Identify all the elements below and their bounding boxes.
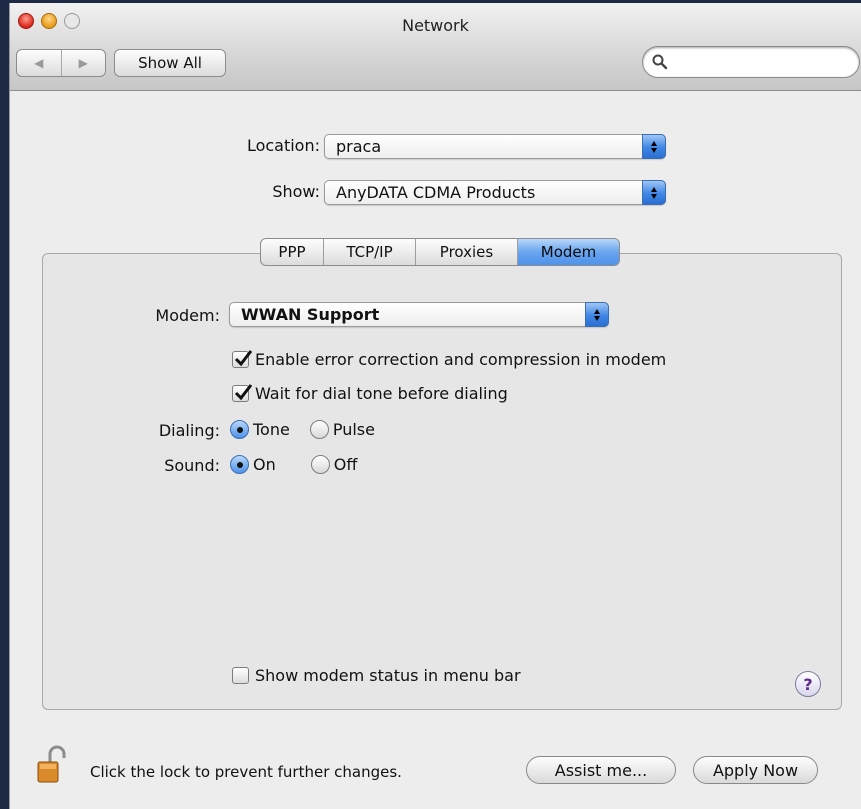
popup-arrows-icon bbox=[585, 302, 609, 327]
location-popup[interactable]: praca bbox=[324, 134, 666, 159]
back-forward-control: ◀ ▶ bbox=[16, 49, 106, 77]
dialing-tone-label: Tone bbox=[253, 420, 290, 439]
checkbox-box bbox=[232, 667, 249, 684]
sound-on-label: On bbox=[253, 455, 276, 474]
tab-proxies[interactable]: Proxies bbox=[415, 239, 517, 265]
error-correction-checkbox[interactable]: Enable error correction and compression … bbox=[232, 350, 666, 369]
dialing-label: Dialing: bbox=[158, 421, 220, 440]
checkmark-icon bbox=[234, 384, 253, 401]
sound-radio-group: On Off bbox=[230, 455, 377, 474]
show-value: AnyDATA CDMA Products bbox=[336, 183, 536, 202]
location-value: praca bbox=[336, 137, 382, 156]
location-label: Location: bbox=[246, 136, 320, 155]
lock-icon[interactable] bbox=[36, 744, 68, 784]
title-bar: Network ◀ ▶ Show All bbox=[10, 3, 861, 91]
window-title: Network bbox=[402, 16, 469, 35]
tab-bar: PPP TCP/IP Proxies Modem bbox=[260, 238, 620, 266]
forward-button[interactable]: ▶ bbox=[60, 50, 106, 76]
status-menu-label: Show modem status in menu bar bbox=[255, 666, 521, 685]
help-button[interactable]: ? bbox=[795, 671, 821, 697]
checkbox-box bbox=[232, 350, 253, 368]
checkmark-icon bbox=[234, 350, 253, 367]
sound-off-radio[interactable]: Off bbox=[310, 455, 358, 474]
status-menu-checkbox[interactable]: Show modem status in menu bar bbox=[232, 666, 521, 685]
search-field[interactable] bbox=[642, 46, 860, 78]
back-button[interactable]: ◀ bbox=[17, 50, 61, 76]
show-all-button[interactable]: Show All bbox=[114, 49, 226, 77]
checkbox-box bbox=[232, 384, 253, 402]
error-correction-label: Enable error correction and compression … bbox=[255, 350, 667, 369]
popup-arrows-icon bbox=[642, 134, 666, 159]
wait-dial-tone-checkbox[interactable]: Wait for dial tone before dialing bbox=[232, 384, 508, 403]
radio-selected-icon bbox=[230, 455, 249, 474]
sound-off-label: Off bbox=[333, 455, 358, 474]
dialing-pulse-label: Pulse bbox=[332, 420, 375, 439]
network-window: Network ◀ ▶ Show All Location: praca Sho… bbox=[9, 3, 861, 809]
lock-message: Click the lock to prevent further change… bbox=[90, 763, 402, 781]
search-icon bbox=[652, 54, 668, 70]
modem-popup[interactable]: WWAN Support bbox=[229, 302, 609, 327]
tab-ppp[interactable]: PPP bbox=[261, 239, 323, 265]
wait-dial-tone-label: Wait for dial tone before dialing bbox=[255, 384, 508, 403]
apply-now-button[interactable]: Apply Now bbox=[693, 756, 818, 784]
dialing-radio-group: Tone Pulse bbox=[230, 420, 395, 439]
show-label: Show: bbox=[272, 182, 320, 201]
popup-arrows-icon bbox=[642, 180, 666, 205]
dialing-pulse-radio[interactable]: Pulse bbox=[309, 420, 375, 439]
show-popup[interactable]: AnyDATA CDMA Products bbox=[324, 180, 666, 205]
modem-value: WWAN Support bbox=[241, 305, 380, 324]
radio-unselected-icon bbox=[310, 455, 330, 474]
radio-unselected-icon bbox=[309, 420, 329, 439]
sound-label: Sound: bbox=[164, 456, 220, 475]
tab-modem[interactable]: Modem bbox=[517, 239, 619, 265]
assist-me-button[interactable]: Assist me... bbox=[526, 756, 676, 784]
dialing-tone-radio[interactable]: Tone bbox=[230, 420, 290, 439]
sound-on-radio[interactable]: On bbox=[230, 455, 276, 474]
tab-tcp-ip[interactable]: TCP/IP bbox=[323, 239, 415, 265]
modem-label: Modem: bbox=[155, 306, 220, 325]
radio-selected-icon bbox=[230, 420, 249, 439]
